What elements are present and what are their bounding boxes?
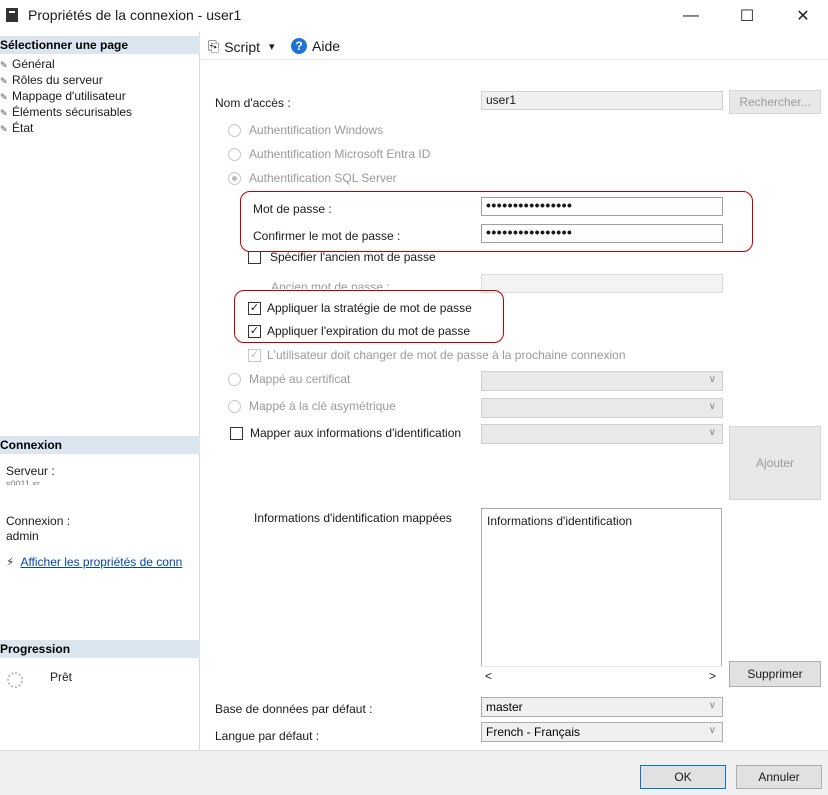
asymmetric-key-dropdown[interactable]: ∨: [481, 398, 723, 418]
plug-icon: ⚡: [6, 555, 15, 569]
page-icon: ✎: [0, 76, 8, 86]
chevron-down-icon: ∨: [708, 725, 716, 736]
title-bar: Propriétés de la connexion - user1 — ☐ ✕: [0, 0, 828, 32]
mapped-key-label: Mappé à la clé asymétrique: [249, 399, 396, 413]
server-value: s0011.sr...........: [6, 479, 67, 485]
app-icon: [6, 8, 18, 22]
page-icon: ✎: [0, 124, 8, 134]
auth-windows-radio[interactable]: [228, 124, 241, 137]
map-credentials-checkbox[interactable]: [230, 427, 243, 440]
page-item-server-roles[interactable]: ✎ Rôles du serveur: [0, 72, 103, 88]
specify-old-password-label: Spécifier l'ancien mot de passe: [270, 250, 436, 264]
select-page-header: Sélectionner une page: [0, 36, 200, 54]
enforce-policy-checkbox[interactable]: ✓: [248, 302, 261, 315]
default-database-label: Base de données par défaut :: [215, 702, 373, 716]
mapped-cert-label: Mappé au certificat: [249, 372, 351, 386]
chevron-down-icon: ∨: [708, 700, 716, 711]
chevron-down-icon: ∨: [708, 374, 716, 385]
mapped-credentials-list[interactable]: Informations d'identification: [481, 508, 722, 684]
chevron-down-icon: ∨: [708, 427, 716, 438]
certificate-dropdown[interactable]: ∨: [481, 371, 723, 391]
page-item-general[interactable]: ✎ Général: [0, 56, 55, 72]
page-icon: ✎: [0, 60, 8, 70]
mapped-key-radio[interactable]: [228, 400, 241, 413]
left-pane: Sélectionner une page ✎ Général ✎ Rôles du…: [0, 32, 200, 750]
spinner-icon: [7, 672, 23, 688]
login-name-label: Nom d'accès :: [215, 96, 291, 110]
password-field[interactable]: ••••••••••••••••: [481, 197, 723, 216]
must-change-checkbox[interactable]: ✓: [248, 349, 261, 362]
search-button[interactable]: Rechercher...: [729, 90, 821, 114]
auth-entra-label: Authentification Microsoft Entra ID: [249, 147, 431, 161]
old-password-field[interactable]: [481, 274, 723, 293]
view-properties-row: ⚡ Afficher les propriétés de conn: [6, 555, 200, 569]
auth-sql-label: Authentification SQL Server: [249, 171, 397, 185]
confirm-password-field[interactable]: ••••••••••••••••: [481, 224, 723, 243]
specify-old-password-checkbox[interactable]: [248, 251, 261, 264]
auth-entra-radio[interactable]: [228, 148, 241, 161]
close-button[interactable]: ✕: [780, 0, 826, 32]
mapped-cert-radio[interactable]: [228, 373, 241, 386]
toolbar: ⎘ Script ▾ ? Aide: [200, 32, 828, 60]
bottom-bar: OK Annuler: [0, 750, 828, 795]
confirm-password-label: Confirmer le mot de passe :: [253, 229, 401, 243]
scroll-right-icon[interactable]: >: [709, 669, 716, 683]
credentials-column-header: Informations d'identification: [487, 514, 633, 528]
page-icon: ✎: [0, 108, 8, 118]
enforce-expiration-label: Appliquer l'expiration du mot de passe: [267, 324, 471, 338]
maximize-button[interactable]: ☐: [724, 0, 770, 32]
help-icon: ?: [291, 38, 307, 54]
connection-value: admin: [6, 529, 39, 543]
window-title: Propriétés de la connexion - user1: [28, 7, 242, 23]
password-label: Mot de passe :: [253, 202, 332, 216]
add-button[interactable]: Ajouter: [729, 426, 821, 500]
page-icon: ✎: [0, 92, 8, 102]
server-label: Serveur :: [6, 464, 55, 478]
login-name-field[interactable]: user1: [481, 91, 723, 110]
must-change-label: L'utilisateur doit changer de mot de pas…: [267, 348, 626, 362]
default-language-label: Langue par défaut :: [215, 729, 320, 743]
auth-sql-radio[interactable]: [228, 172, 241, 185]
chevron-down-icon: ▾: [269, 41, 275, 53]
connection-label: Connexion :: [6, 514, 71, 528]
old-password-label: Ancien mot de passe :: [271, 280, 390, 289]
remove-button[interactable]: Supprimer: [729, 661, 821, 687]
connection-header: Connexion: [0, 436, 200, 454]
minimize-button[interactable]: —: [668, 0, 714, 32]
page-item-status[interactable]: ✎ État: [0, 120, 33, 136]
script-button[interactable]: ⎘ Script ▾: [208, 38, 275, 55]
enforce-expiration-checkbox[interactable]: ✓: [248, 325, 261, 338]
enforce-policy-label: Appliquer la stratégie de mot de passe: [267, 301, 472, 315]
map-credentials-label: Mapper aux informations d'identification: [250, 426, 462, 440]
auth-windows-label: Authentification Windows: [249, 123, 384, 137]
view-connection-properties-link[interactable]: Afficher les propriétés de conn: [20, 555, 182, 569]
horizontal-scrollbar[interactable]: < >: [481, 666, 722, 684]
mapped-credentials-label: Informations d'identification mappées: [254, 511, 452, 525]
scroll-left-icon[interactable]: <: [485, 669, 492, 683]
progress-header: Progression: [0, 640, 200, 658]
chevron-down-icon: ∨: [708, 401, 716, 412]
progress-status: Prêt: [50, 670, 73, 684]
default-database-dropdown[interactable]: master ∨: [481, 697, 723, 717]
cancel-button[interactable]: Annuler: [736, 765, 822, 789]
script-icon: ⎘: [208, 38, 220, 54]
ok-button[interactable]: OK: [640, 765, 726, 789]
help-button[interactable]: ? Aide: [291, 38, 340, 54]
default-language-dropdown[interactable]: French - Français ∨: [481, 722, 723, 742]
credentials-dropdown[interactable]: ∨: [481, 424, 723, 444]
page-item-user-mapping[interactable]: ✎ Mappage d'utilisateur: [0, 88, 126, 104]
page-item-securables[interactable]: ✎ Éléments sécurisables: [0, 104, 132, 120]
